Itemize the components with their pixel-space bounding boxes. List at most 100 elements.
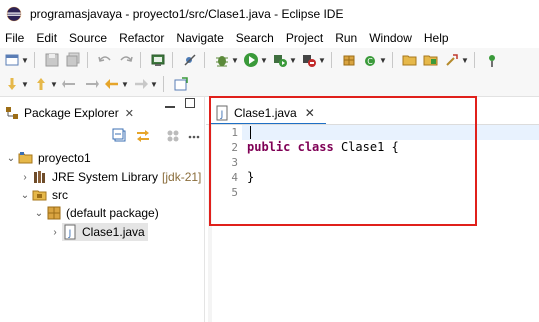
keyword-class: class <box>297 140 334 154</box>
default-package-label: (default package) <box>66 206 159 220</box>
minimize-view-icon[interactable] <box>165 106 175 108</box>
tree-node-clase1-file[interactable]: › J Clase1.java <box>48 223 148 241</box>
maximize-view-icon[interactable] <box>185 98 195 108</box>
tree-node-project[interactable]: ⌄ proyecto1 <box>4 149 91 167</box>
package-explorer-close-icon[interactable]: ✕ <box>125 107 134 120</box>
toolbar-separator <box>331 52 332 68</box>
next-annotation-icon[interactable] <box>3 75 21 93</box>
view-menu-icon[interactable] <box>165 128 181 144</box>
expanded-chevron-icon[interactable]: ⌄ <box>32 204 46 222</box>
project-name: proyecto1 <box>38 151 91 165</box>
console-icon[interactable] <box>149 51 167 69</box>
forward-icon[interactable] <box>132 75 150 93</box>
new-wizard-icon[interactable] <box>3 51 21 69</box>
editor-tab-close-icon[interactable]: ✕ <box>305 106 315 120</box>
current-line-highlight <box>242 125 539 140</box>
previous-annotation-icon[interactable] <box>32 75 50 93</box>
external-tools-dropdown-icon[interactable]: ▼ <box>318 51 326 69</box>
line-number: 4 <box>231 171 238 184</box>
menu-navigate[interactable]: Navigate <box>170 28 229 48</box>
coverage-icon[interactable] <box>271 51 289 69</box>
java-file-icon: J <box>214 105 230 121</box>
clase1-file-label: Clase1.java <box>82 225 145 239</box>
previous-annotation-dropdown-icon[interactable]: ▼ <box>50 75 58 93</box>
text-caret <box>250 126 251 139</box>
new-java-package-icon[interactable] <box>340 51 358 69</box>
forward-edit-icon[interactable] <box>82 75 100 93</box>
line-number: 1 <box>231 126 238 139</box>
forward-dropdown-icon[interactable]: ▼ <box>150 75 158 93</box>
next-annotation-dropdown-icon[interactable]: ▼ <box>21 75 29 93</box>
coverage-dropdown-icon[interactable]: ▼ <box>289 51 297 69</box>
back-dropdown-icon[interactable]: ▼ <box>121 75 129 93</box>
collapsed-chevron-icon[interactable]: › <box>18 168 32 186</box>
tree-node-src[interactable]: ⌄ src <box>18 186 68 204</box>
menu-window[interactable]: Window <box>363 28 418 48</box>
search-tool-icon[interactable] <box>443 51 461 69</box>
collapsed-chevron-icon[interactable]: › <box>48 223 62 241</box>
expanded-chevron-icon[interactable]: ⌄ <box>4 149 18 167</box>
menu-source[interactable]: Source <box>63 28 113 48</box>
save-all-icon[interactable] <box>64 51 82 69</box>
open-folder-icon[interactable] <box>401 51 419 69</box>
last-edit-icon[interactable] <box>61 75 79 93</box>
eclipse-icon <box>6 6 22 22</box>
new-dropdown-icon[interactable]: ▼ <box>21 51 29 69</box>
editor-tab-clase1[interactable]: J Clase1.java ✕ <box>210 102 321 124</box>
search-dropdown-icon[interactable]: ▼ <box>461 51 469 69</box>
menu-file[interactable]: File <box>0 28 30 48</box>
save-icon[interactable] <box>43 51 61 69</box>
java-project-icon <box>18 150 34 166</box>
pin-icon[interactable] <box>483 51 501 69</box>
menu-edit[interactable]: Edit <box>30 28 63 48</box>
package-icon <box>46 205 62 221</box>
window-title: programasjavaya - proyecto1/src/Clase1.j… <box>30 7 344 21</box>
class-declaration-text: Clase1 { <box>333 140 399 154</box>
code-line-4[interactable]: } <box>247 170 254 185</box>
link-with-editor-icon[interactable] <box>135 128 151 144</box>
skip-breakpoints-icon[interactable] <box>181 51 199 69</box>
toolbar-separator <box>392 52 393 68</box>
external-tools-icon[interactable] <box>300 51 318 69</box>
menu-help[interactable]: Help <box>418 28 455 48</box>
menu-refactor[interactable]: Refactor <box>113 28 170 48</box>
line-number: 2 <box>231 141 238 154</box>
menu-project[interactable]: Project <box>280 28 329 48</box>
source-folder-icon <box>32 187 48 203</box>
redo-icon[interactable] <box>117 51 135 69</box>
line-number-gutter: 1 2 3 4 5 <box>212 125 242 322</box>
navigation-toolbar: ▼ ▼ ▼ ▼ <box>0 72 539 96</box>
line-number: 3 <box>231 156 238 169</box>
menu-run[interactable]: Run <box>329 28 363 48</box>
menu-bar: File Edit Source Refactor Navigate Searc… <box>0 28 539 48</box>
java-file-icon: J <box>62 224 78 240</box>
run-icon[interactable] <box>242 51 260 69</box>
new-java-class-icon[interactable]: C <box>361 51 379 69</box>
debug-icon[interactable] <box>213 51 231 69</box>
expanded-chevron-icon[interactable]: ⌄ <box>18 186 32 204</box>
back-icon[interactable] <box>103 75 121 93</box>
svg-text:J: J <box>220 110 224 120</box>
package-explorer-title[interactable]: Package Explorer <box>24 106 119 120</box>
run-dropdown-icon[interactable]: ▼ <box>260 51 268 69</box>
jre-library-label: JRE System Library <box>52 170 159 184</box>
src-folder-label: src <box>52 188 68 202</box>
java-editor: J Clase1.java ✕ 1 2 3 4 5 public class C… <box>206 97 539 322</box>
menu-search[interactable]: Search <box>230 28 280 48</box>
toolbar-separator <box>172 52 173 68</box>
undo-icon[interactable] <box>96 51 114 69</box>
tree-node-default-package[interactable]: ⌄ (default package) <box>32 204 159 222</box>
open-type-icon[interactable] <box>422 51 440 69</box>
selected-file-highlight[interactable]: J Clase1.java <box>62 223 148 241</box>
package-explorer-view: Package Explorer ✕ ⌄ proyecto1 › JRE Sys… <box>0 97 205 322</box>
package-explorer-icon <box>6 107 18 119</box>
tree-node-jre-library[interactable]: › JRE System Library [jdk-21] <box>18 168 201 186</box>
code-line-2[interactable]: public class Clase1 { <box>247 140 399 155</box>
debug-dropdown-icon[interactable]: ▼ <box>231 51 239 69</box>
toolbar-separator <box>204 52 205 68</box>
toolbar-separator <box>163 76 164 92</box>
collapse-all-icon[interactable] <box>112 128 128 144</box>
view-options-icon[interactable] <box>188 132 200 142</box>
new-class-dropdown-icon[interactable]: ▼ <box>379 51 387 69</box>
open-task-icon[interactable] <box>172 75 190 93</box>
